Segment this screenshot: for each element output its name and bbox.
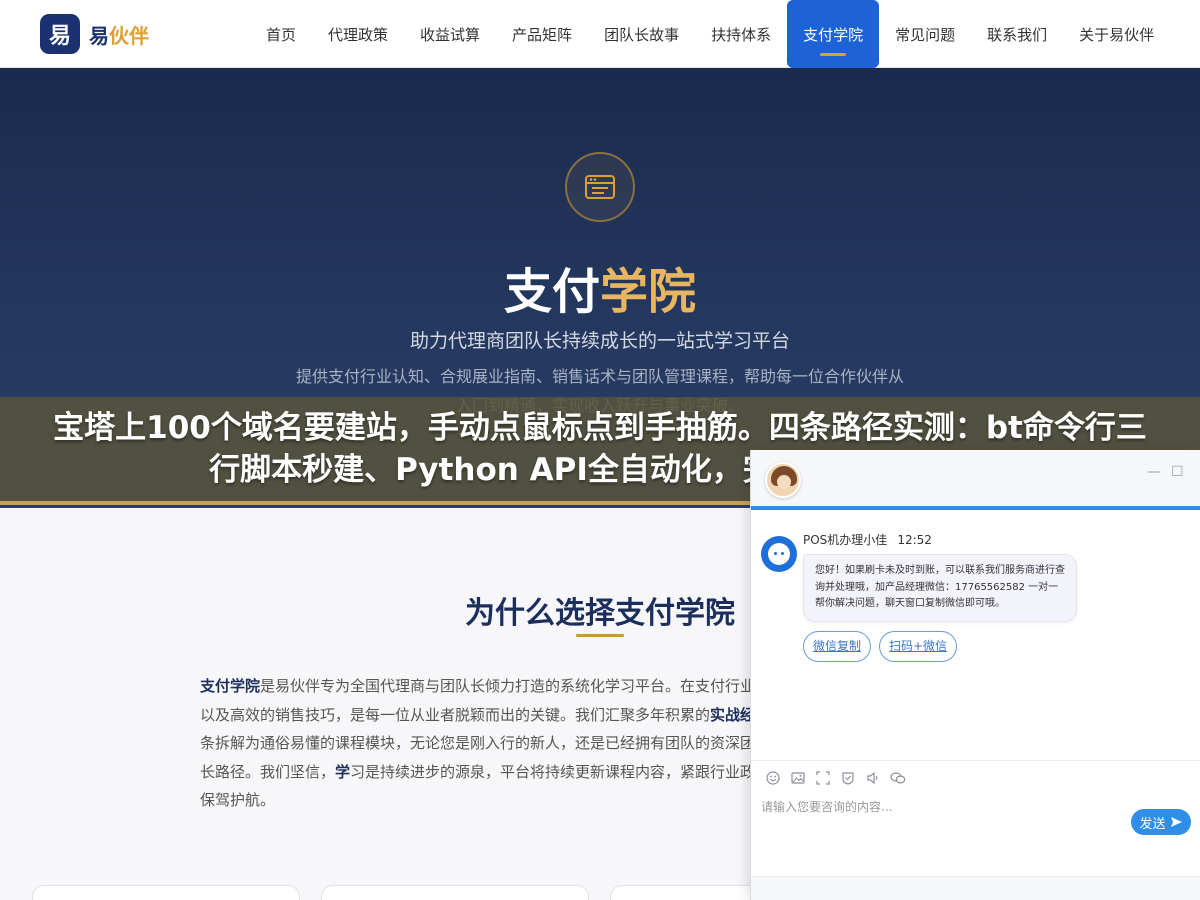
- send-label: 发送: [1139, 816, 1166, 832]
- body-strong-academy: 支付学院: [200, 677, 261, 695]
- maximize-icon[interactable]: ☐: [1171, 464, 1184, 480]
- send-button[interactable]: 发送: [1131, 809, 1191, 835]
- nav-item-product-matrix[interactable]: 产品矩阵: [496, 0, 588, 68]
- message-time: 12:52: [897, 533, 932, 547]
- browser-window-icon: [565, 152, 635, 222]
- chat-message-input[interactable]: [761, 798, 1121, 858]
- hero-title: 支付学院: [0, 252, 1200, 322]
- chat-header[interactable]: — ☐: [751, 450, 1200, 510]
- logo-text-accent: 伙伴: [109, 23, 149, 48]
- nav-item-agent-policy[interactable]: 代理政策: [312, 0, 404, 68]
- bot-avatar: [761, 536, 797, 572]
- logo-text-main: 易: [89, 23, 109, 48]
- hero-subtitle: 助力代理商团队长持续成长的一站式学习平台: [409, 330, 790, 352]
- message-bubble: 您好！如果刷卡未及时到账，可以联系我们服务商进行查询并处理哦，加产品经理微信：1…: [803, 554, 1077, 622]
- chat-footer: [751, 876, 1200, 900]
- image-icon[interactable]: [786, 770, 810, 786]
- bot-face-icon: [768, 543, 790, 565]
- nav-item-faq[interactable]: 常见问题: [879, 0, 971, 68]
- minimize-icon[interactable]: —: [1147, 464, 1161, 480]
- body-strong-learning: 学: [335, 762, 351, 781]
- nav-item-earnings-calculator[interactable]: 收益试算: [404, 0, 496, 68]
- wechat-icon[interactable]: [886, 770, 910, 786]
- logo[interactable]: 易 易伙伴: [40, 14, 149, 54]
- rating-icon[interactable]: [836, 770, 860, 786]
- chat-divider: [751, 760, 1200, 761]
- message-meta: POS机办理小佳 12:52: [803, 531, 932, 548]
- hero-title-main: 支付: [503, 264, 600, 320]
- screenshot-icon[interactable]: [811, 770, 835, 786]
- emoji-icon[interactable]: [761, 770, 785, 786]
- feature-card: [32, 885, 300, 900]
- chat-widget: — ☐ POS机办理小佳 12:52 您好！如果刷卡未及时到账，可以联系我们服务商…: [750, 450, 1200, 900]
- agent-avatar: [765, 462, 801, 498]
- nav-item-payment-academy[interactable]: 支付学院: [787, 0, 880, 68]
- scan-wechat-button[interactable]: 扫码+微信: [879, 631, 958, 662]
- nav-item-leader-stories[interactable]: 团队长故事: [588, 0, 695, 68]
- nav-item-support-system[interactable]: 扶持体系: [695, 0, 787, 68]
- nav-item-contact[interactable]: 联系我们: [971, 0, 1063, 68]
- nav-item-home[interactable]: 首页: [250, 0, 312, 68]
- nav-item-about[interactable]: 关于易伙伴: [1063, 0, 1170, 68]
- main-nav: 首页 代理政策 收益试算 产品矩阵 团队长故事 扶持体系 支付学院 常见问题 联…: [250, 0, 1170, 68]
- send-arrow-icon: [1170, 817, 1182, 827]
- chat-toolbar: [761, 770, 911, 786]
- title-underline: [576, 634, 624, 637]
- logo-mark: 易: [40, 14, 80, 54]
- feature-card: [321, 885, 589, 900]
- agent-name: POS机办理小佳: [803, 533, 888, 547]
- site-header: 易 易伙伴 首页 代理政策 收益试算 产品矩阵 团队长故事 扶持体系 支付学院 …: [0, 0, 1200, 68]
- hero-title-accent: 学院: [600, 264, 697, 320]
- copy-wechat-button[interactable]: 微信复制: [803, 631, 872, 662]
- logo-text: 易伙伴: [89, 20, 149, 49]
- voice-icon[interactable]: [861, 770, 885, 786]
